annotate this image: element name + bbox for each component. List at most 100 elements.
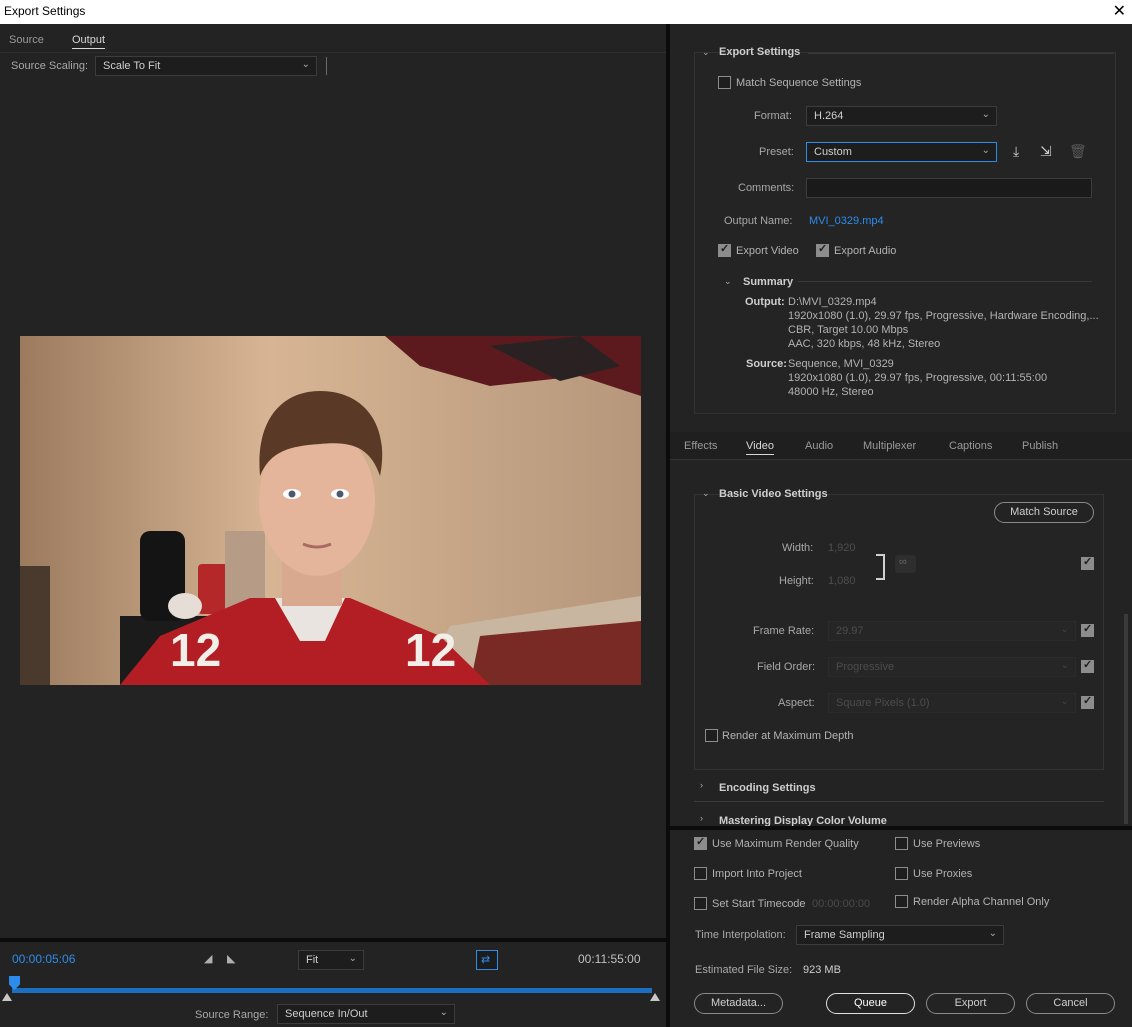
width-height-override-checkbox[interactable] [1081, 555, 1094, 570]
close-icon[interactable]: ✕ [1113, 1, 1126, 21]
export-video-checkbox[interactable] [718, 242, 731, 257]
divider [798, 281, 1092, 282]
divider [326, 57, 327, 75]
encoding-settings-title[interactable]: Encoding Settings [719, 782, 816, 794]
tab-source[interactable]: Source [9, 34, 44, 46]
set-out-point-icon[interactable]: ◣ [227, 952, 235, 965]
time-interpolation-dropdown[interactable]: Frame Sampling ⌄ [796, 925, 1004, 945]
divider [808, 53, 1114, 54]
height-value[interactable]: 1,080 [828, 575, 856, 587]
scrollbar[interactable] [1124, 614, 1128, 824]
cancel-button[interactable]: Cancel [1026, 993, 1115, 1014]
summary-output-label: Output: [745, 296, 785, 308]
frame-rate-label: Frame Rate: [753, 625, 815, 637]
max-render-quality-checkbox[interactable] [694, 835, 707, 850]
source-range-dropdown[interactable]: Sequence In/Out ⌄ [277, 1004, 455, 1024]
aspect-dropdown[interactable]: Square Pixels (1.0) ⌄ [828, 693, 1076, 713]
field-order-dropdown[interactable]: Progressive ⌄ [828, 657, 1076, 677]
time-interpolation-label: Time Interpolation: [695, 929, 786, 941]
link-bracket [876, 554, 885, 580]
chevron-right-icon[interactable]: › [700, 780, 703, 790]
time-interpolation-value: Frame Sampling [804, 929, 885, 941]
export-audio-label: Export Audio [834, 245, 897, 257]
chain-link-icon[interactable]: ∞ [895, 555, 916, 573]
summary-source-label: Source: [746, 358, 787, 370]
summary-source-text: Sequence, MVI_0329 1920x1080 (1.0), 29.9… [788, 358, 1048, 398]
aspect-override-checkbox[interactable] [1081, 694, 1094, 709]
match-sequence-label: Match Sequence Settings [736, 77, 862, 89]
set-start-timecode-checkbox[interactable] [694, 897, 707, 910]
out-point-marker[interactable] [650, 993, 660, 1001]
tab-output[interactable]: Output [72, 34, 106, 49]
chevron-down-icon[interactable]: ⌄ [724, 276, 732, 287]
in-point-marker[interactable] [2, 993, 12, 1001]
render-max-depth-checkbox[interactable] [705, 729, 718, 742]
chevron-down-icon[interactable]: ⌄ [702, 488, 710, 499]
field-order-override-checkbox[interactable] [1081, 658, 1094, 673]
source-scaling-dropdown[interactable]: Scale To Fit ⌄ [95, 56, 317, 76]
current-timecode[interactable]: 00:00:05:06 [12, 952, 75, 966]
summary-title: Summary [743, 276, 794, 288]
preset-value: Custom [814, 146, 852, 158]
format-dropdown[interactable]: H.264 ⌄ [806, 106, 997, 126]
use-proxies-label: Use Proxies [913, 868, 973, 880]
match-source-button[interactable]: Match Source [994, 502, 1094, 523]
tab-multiplexer[interactable]: Multiplexer [863, 440, 916, 452]
tab-captions[interactable]: Captions [949, 440, 992, 452]
use-proxies-checkbox[interactable] [895, 867, 908, 880]
tab-divider [0, 52, 666, 53]
max-render-quality-label: Use Maximum Render Quality [712, 838, 859, 850]
chevron-down-icon: ⌄ [981, 109, 990, 120]
tab-publish[interactable]: Publish [1022, 440, 1058, 452]
export-settings-title: Export Settings [719, 46, 801, 58]
tab-audio[interactable]: Audio [805, 440, 833, 452]
width-value[interactable]: 1,920 [828, 542, 856, 554]
chevron-down-icon: ⌄ [981, 145, 990, 156]
set-start-timecode-label: Set Start Timecode [712, 898, 806, 910]
chevron-down-icon: ⌄ [348, 953, 357, 964]
comments-label: Comments: [738, 182, 795, 194]
frame-rate-override-checkbox[interactable] [1081, 622, 1094, 637]
chevron-right-icon[interactable]: › [700, 813, 703, 823]
match-sequence-checkbox[interactable] [718, 76, 731, 89]
tab-video[interactable]: Video [746, 440, 774, 455]
estimated-size-label: Estimated File Size: [695, 964, 793, 976]
frame-rate-dropdown[interactable]: 29.97 ⌄ [828, 621, 1076, 641]
output-name-label: Output Name: [724, 215, 793, 227]
set-in-point-icon[interactable]: ◢ [204, 952, 212, 965]
width-label: Width: [782, 542, 814, 554]
preset-label: Preset: [759, 146, 794, 158]
settings-panel: ⌄ Export Settings Match Sequence Setting… [670, 24, 1132, 1027]
export-audio-checkbox[interactable] [816, 242, 829, 257]
import-into-project-checkbox[interactable] [694, 867, 707, 880]
basic-video-title: Basic Video Settings [719, 488, 828, 500]
format-value: H.264 [814, 110, 844, 122]
comments-input[interactable] [806, 178, 1092, 198]
save-preset-icon[interactable]: ⤓ [1013, 143, 1019, 160]
use-previews-checkbox[interactable] [895, 837, 908, 850]
start-timecode-value[interactable]: 00:00:00:00 [812, 898, 870, 910]
field-order-value: Progressive [836, 661, 895, 673]
metadata-button[interactable]: Metadata... [694, 993, 783, 1014]
output-name-link[interactable]: MVI_0329.mp4 [809, 215, 884, 227]
tab-effects[interactable]: Effects [684, 440, 717, 452]
format-label: Format: [754, 110, 792, 122]
export-button[interactable]: Export [926, 993, 1015, 1014]
end-timecode: 00:11:55:00 [578, 952, 641, 966]
timeline-track[interactable] [12, 988, 652, 993]
aspect-label: Aspect: [778, 697, 815, 709]
chevron-down-icon[interactable]: ⌄ [702, 47, 710, 58]
svg-text:12: 12 [170, 624, 221, 676]
preset-dropdown[interactable]: Custom ⌄ [806, 142, 997, 162]
import-preset-icon[interactable]: ⇲ [1040, 143, 1052, 160]
aspect-toggle-icon[interactable]: ⇄ [476, 950, 498, 970]
video-preview: 12 12 [20, 336, 641, 685]
queue-button[interactable]: Queue [826, 993, 915, 1014]
source-scaling-value: Scale To Fit [103, 60, 161, 72]
height-label: Height: [779, 575, 814, 587]
timeline-divider [0, 938, 666, 942]
render-alpha-checkbox[interactable] [895, 895, 908, 908]
frame-rate-value: 29.97 [836, 625, 864, 637]
zoom-dropdown[interactable]: Fit ⌄ [298, 950, 364, 970]
delete-preset-icon[interactable]: 🗑 [1069, 143, 1087, 160]
